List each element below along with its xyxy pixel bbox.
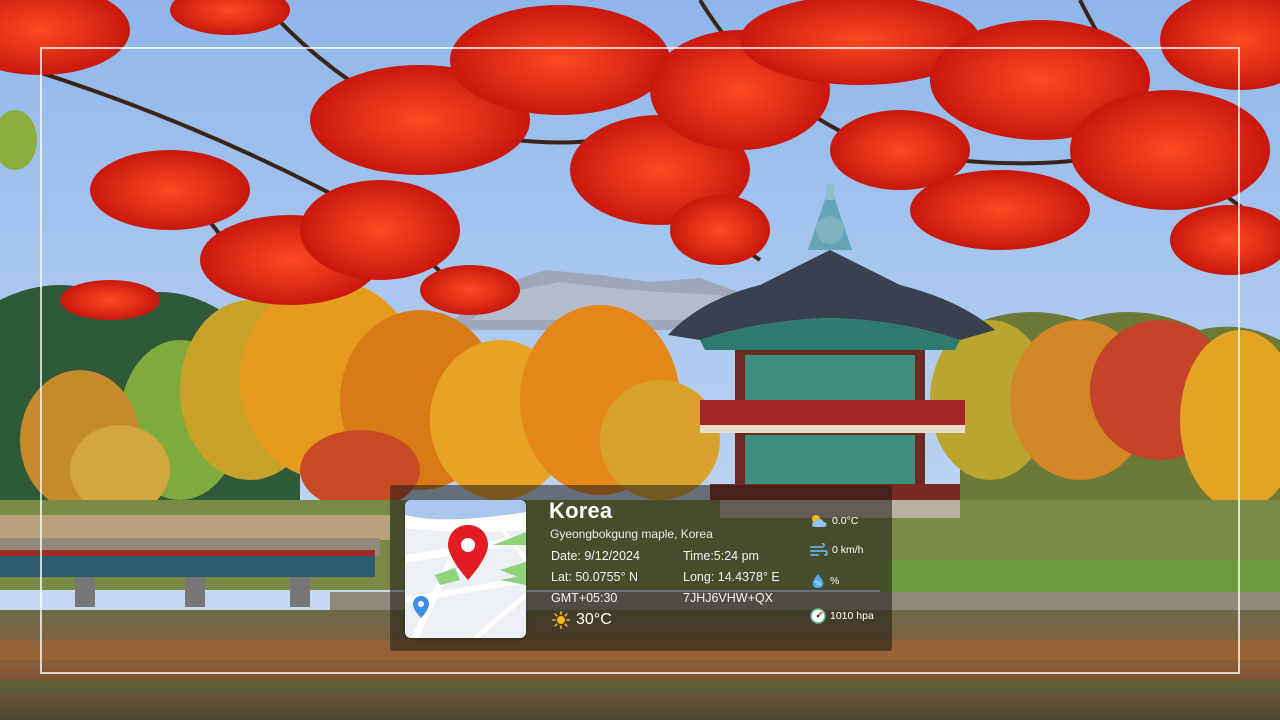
weather-pressure-value: 1010 hpa bbox=[830, 610, 874, 622]
weather-temp-row: 0.0°C bbox=[810, 514, 858, 528]
cloud-sun-icon bbox=[812, 515, 827, 527]
longitude-text: Long: 14.4378° E bbox=[683, 570, 780, 584]
weather-wind-value: 0 km/h bbox=[832, 544, 864, 556]
svg-text:%: % bbox=[815, 580, 822, 588]
latitude-text: Lat: 50.0755° N bbox=[551, 570, 639, 584]
time-text: Time:5:24 pm bbox=[683, 549, 759, 563]
plus-code-text: 7JHJ6VHW+QX bbox=[683, 591, 773, 605]
location-title: Korea bbox=[549, 498, 613, 523]
location-info-card: Korea Gyeongbokgung maple, Korea Date: 9… bbox=[390, 485, 892, 651]
pressure-gauge-icon bbox=[810, 608, 826, 624]
wind-icon bbox=[810, 543, 828, 556]
gmt-text: GMT+05:30 bbox=[551, 591, 618, 605]
map-illustration bbox=[405, 500, 526, 638]
date-text: Date: 9/12/2024 bbox=[551, 549, 640, 563]
temperature-display: 30°C bbox=[552, 611, 612, 629]
map-thumbnail[interactable] bbox=[405, 500, 526, 638]
weather-humidity-value: % bbox=[830, 575, 840, 587]
location-subtitle: Gyeongbokgung maple, Korea bbox=[550, 527, 713, 541]
weather-temp-value: 0.0°C bbox=[832, 515, 859, 527]
sun-icon bbox=[552, 611, 570, 629]
weather-wind-row: 0 km/h bbox=[810, 543, 864, 557]
weather-pressure-row: 1010 hpa bbox=[810, 608, 874, 624]
humidity-icon: % bbox=[812, 574, 824, 588]
weather-humidity-row: % % bbox=[810, 573, 839, 589]
temperature-value: 30°C bbox=[576, 611, 612, 628]
